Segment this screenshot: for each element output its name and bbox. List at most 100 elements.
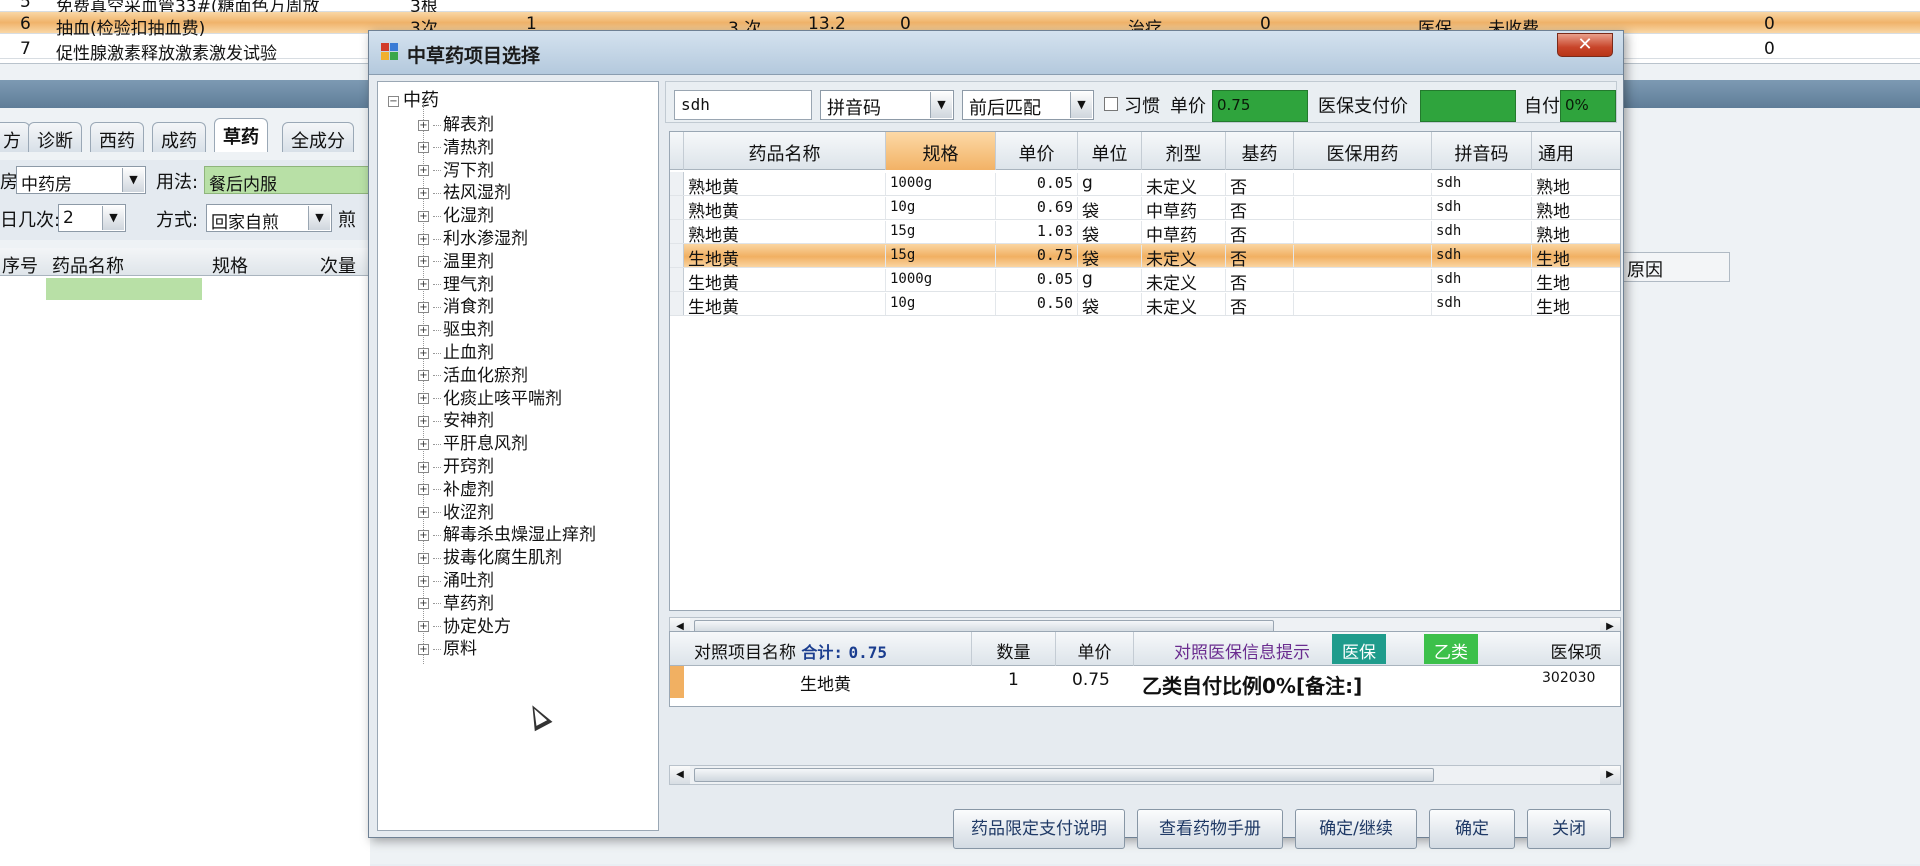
tree-node[interactable]: + 止血剂 [418,338,494,363]
expand-icon[interactable]: + [418,507,429,519]
tab-prescription[interactable]: 方 [0,122,30,152]
tree-node[interactable]: + 活血化瘀剂 [418,361,528,386]
empty-edit-cell[interactable] [46,278,202,300]
expand-icon[interactable]: + [418,461,429,473]
col-generic-name[interactable]: 通用 [1532,132,1620,170]
expand-icon[interactable]: + [418,621,429,633]
close-button[interactable]: 关闭 [1527,809,1611,849]
expand-icon[interactable]: + [418,575,429,587]
selected-item-row[interactable]: 生地黄 1 0.75 乙类自付比例0%[备注:] 302030 [670,666,1620,698]
expand-icon[interactable]: + [418,529,429,541]
expand-icon[interactable]: + [418,142,429,154]
pharmacy-select[interactable]: 中药房 ▼ [16,166,146,195]
col-spec[interactable]: 规格 [886,132,996,170]
scroll-thumb[interactable] [694,768,1434,782]
cell-gen: 生地 [1532,293,1620,315]
tree-node[interactable]: + 消食剂 [418,292,494,317]
expand-icon[interactable]: + [418,324,429,336]
table-row[interactable]: 5 免费真空采血管33#(糖面色万周放 3根 [0,0,1920,17]
col-insurance-drug[interactable]: 医保用药 [1294,132,1432,170]
tree-node[interactable]: + 祛风湿剂 [418,178,511,203]
expand-icon[interactable]: + [418,256,429,268]
col-unit[interactable]: 单位 [1078,132,1142,170]
tree-node[interactable]: + 温里剂 [418,247,494,272]
expand-icon[interactable]: + [418,279,429,291]
tree-node[interactable]: + 解毒杀虫燥湿止痒剂 [418,520,596,545]
tree-node[interactable]: + 收涩剂 [418,498,494,523]
tree-node[interactable]: + 开窍剂 [418,452,494,477]
expand-icon[interactable]: + [418,552,429,564]
match-mode-select[interactable]: 前后匹配 ▼ [962,90,1094,120]
selected-grid-hscrollbar[interactable]: ◀ ▶ [669,765,1621,785]
tree-node[interactable]: + 化痰止咳平喘剂 [418,384,562,409]
tree-node[interactable]: + 理气剂 [418,270,494,295]
col-dosage-form[interactable]: 剂型 [1142,132,1226,170]
dialog-titlebar[interactable]: 中草药项目选择 ✕ [369,31,1623,75]
payment-limit-info-button[interactable]: 药品限定支付说明 [953,809,1125,849]
expand-icon[interactable]: + [418,301,429,313]
tree-node[interactable]: + 拔毒化腐生肌剂 [418,543,562,568]
tree-node[interactable]: + 清热剂 [418,133,494,158]
expand-icon[interactable]: + [418,598,429,610]
usage-field[interactable]: 餐后内服 [204,166,374,195]
expand-icon[interactable]: + [418,119,429,131]
tab-herbal-medicine[interactable]: 草药 [214,118,268,152]
tab-diagnosis[interactable]: 诊断 [28,122,82,152]
col-unit-price[interactable]: 单价 [996,132,1078,170]
tree-node[interactable]: + 协定处方 [418,612,511,637]
cell-gen: 熟地 [1532,197,1620,219]
expand-icon[interactable]: + [418,165,429,177]
collapse-icon[interactable]: − [388,95,399,107]
tab-all-ingredients[interactable]: 全成分 [282,122,354,152]
confirm-continue-button[interactable]: 确定/继续 [1295,809,1417,849]
tree-node[interactable]: + 原料 [418,634,477,659]
tree-node[interactable]: + 安神剂 [418,406,494,431]
table-row[interactable]: 熟地黄 15g 1.03 袋中草药否 sdh 熟地 [670,220,1620,244]
table-row-selected[interactable]: 生地黄 15g 0.75 袋未定义否 sdh 生地 [670,244,1620,268]
tree-node[interactable]: + 驱虫剂 [418,315,494,340]
tree-node[interactable]: + 涌吐剂 [418,566,494,591]
close-window-button[interactable]: ✕ [1557,33,1613,57]
tree-node[interactable]: + 平肝息风剂 [418,429,528,454]
scroll-left-icon[interactable]: ◀ [670,766,690,784]
expand-icon[interactable]: + [418,484,429,496]
search-mode-select[interactable]: 拼音码 ▼ [820,90,954,120]
search-input[interactable]: sdh [674,90,812,120]
habit-checkbox[interactable] [1104,97,1118,111]
tree-node[interactable]: + 利水渗湿剂 [418,224,528,249]
tree-node[interactable]: + 草药剂 [418,589,494,614]
scroll-right-icon[interactable]: ▶ [1600,766,1620,784]
tab-patent-medicine[interactable]: 成药 [152,122,206,152]
confirm-button[interactable]: 确定 [1429,809,1515,849]
col-essential-drug[interactable]: 基药 [1226,132,1294,170]
unit-price-field[interactable]: 0.75 [1212,90,1308,122]
tree-node[interactable]: + 泻下剂 [418,156,494,181]
close-icon: ✕ [1577,34,1593,55]
expand-icon[interactable]: + [418,438,429,450]
self-pay-field[interactable]: 0% [1560,90,1616,122]
expand-icon[interactable]: + [418,210,429,222]
category-tree: − 中药 + 解表剂 + 清热剂 + 泻下剂 + 祛风湿剂 + 化湿剂 + 利水渗湿剂 + 温里剂 + 理气剂 +… [377,81,659,831]
table-row[interactable]: 生地黄 1000g 0.05 g 未定义否 sdh 生地 [670,268,1620,292]
col-pinyin-code[interactable]: 拼音码 [1432,132,1532,170]
drug-manual-button[interactable]: 查看药物手册 [1137,809,1283,849]
expand-icon[interactable]: + [418,415,429,427]
times-per-day-select[interactable]: 2 ▼ [58,204,126,232]
table-row[interactable]: 熟地黄 10g 0.69 袋中草药否 sdh 熟地 [670,196,1620,220]
insurance-price-field[interactable] [1420,90,1516,122]
tab-western-medicine[interactable]: 西药 [90,122,144,152]
expand-icon[interactable]: + [418,187,429,199]
expand-icon[interactable]: + [418,233,429,245]
expand-icon[interactable]: + [418,643,429,655]
table-row[interactable]: 生地黄 10g 0.50 袋未定义否 sdh 生地 [670,292,1620,316]
tree-node[interactable]: + 补虚剂 [418,475,494,500]
table-row[interactable]: 熟地黄 1000g 0.05 g 未定义否 sdh 熟地 [670,172,1620,196]
tree-root-node[interactable]: − 中药 [388,86,439,112]
decoction-method-select[interactable]: 回家自煎 ▼ [206,204,332,233]
tree-node[interactable]: + 化湿剂 [418,201,494,226]
expand-icon[interactable]: + [418,370,429,382]
expand-icon[interactable]: + [418,347,429,359]
col-drug-name[interactable]: 药品名称 [684,132,886,170]
tree-node[interactable]: + 解表剂 [418,110,494,135]
expand-icon[interactable]: + [418,393,429,405]
